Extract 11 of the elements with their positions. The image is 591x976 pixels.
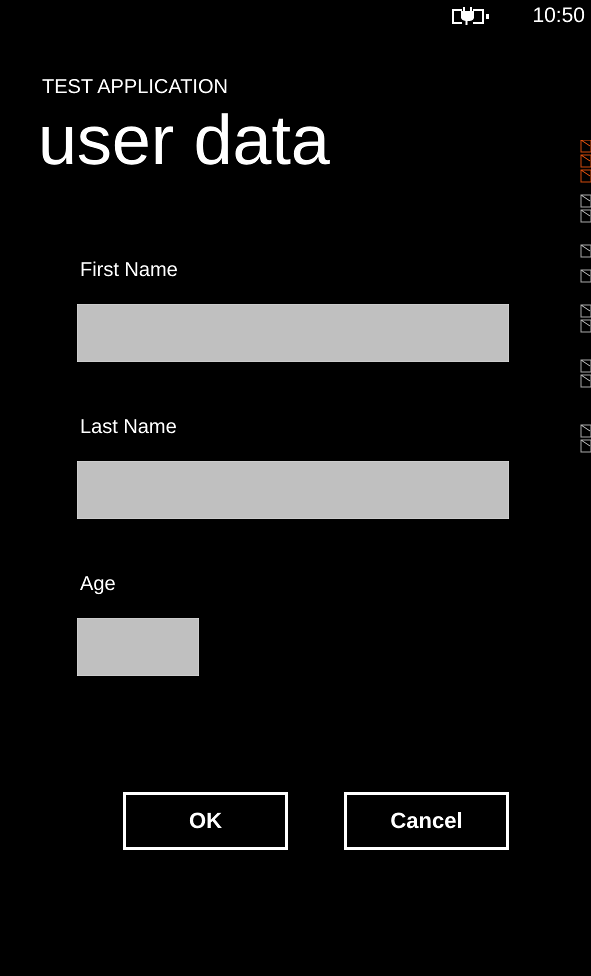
field-label: Age	[80, 573, 117, 596]
cancel-button[interactable]: Cancel	[344, 792, 509, 850]
input-field[interactable]	[77, 304, 509, 362]
input-field[interactable]	[77, 618, 199, 676]
field-label: Last Name	[80, 416, 178, 439]
clock-time: 10:50	[532, 4, 585, 28]
ok-button[interactable]: OK	[123, 792, 288, 850]
app-title: TEST APPLICATION	[42, 76, 229, 99]
page-title: user data	[38, 105, 331, 175]
input-field[interactable]	[77, 461, 509, 519]
field-label: First Name	[80, 259, 179, 282]
